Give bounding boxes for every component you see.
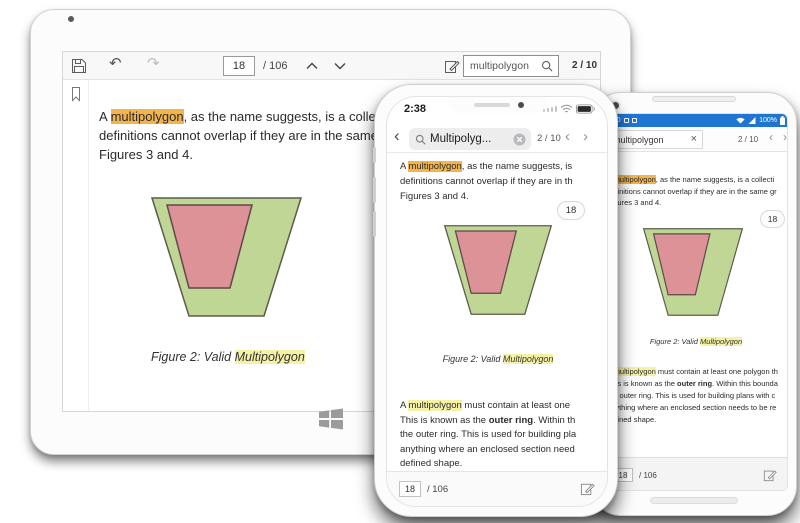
iphone-clock: 2:38 xyxy=(404,103,426,115)
android-status-bar: 4:30 100% xyxy=(603,114,788,127)
search-input[interactable]: multipolygon xyxy=(463,55,559,77)
clear-search-icon[interactable]: × xyxy=(691,134,697,145)
save-icon[interactable] xyxy=(71,58,87,74)
figure-caption: Figure 2: Valid Multipolygon xyxy=(621,337,771,346)
iphone-volume-up-button xyxy=(373,177,376,203)
iphone-notch xyxy=(448,97,546,113)
iphone-screen: 2:38 ‹ xyxy=(386,96,608,507)
search-input[interactable]: multipolygon × xyxy=(607,130,703,149)
page-down-icon[interactable] xyxy=(334,62,346,70)
android-document-page: A multipolygon, as the name suggests, is… xyxy=(603,152,788,457)
paragraph: A multipolygon must contain at least one… xyxy=(607,366,778,426)
iphone-status-icons xyxy=(543,104,596,114)
paragraph: A multipolygon, as the name suggests, is… xyxy=(99,107,403,164)
iphone-document-page: A multipolygon, as the name suggests, is… xyxy=(387,153,608,471)
wifi-icon xyxy=(560,104,573,114)
wifi-icon xyxy=(736,117,745,124)
page-number-input[interactable]: 18 xyxy=(223,56,255,76)
iphone-speaker xyxy=(474,103,510,107)
search-results-count: 2 / 10 xyxy=(572,60,597,71)
android-search-toolbar: multipolygon × 2 / 10 ‹ › xyxy=(603,127,788,152)
back-icon[interactable]: ‹ xyxy=(394,127,400,144)
multipolygon-figure xyxy=(151,197,302,317)
figure-caption: Figure 2: Valid Multipolygon xyxy=(418,354,578,364)
android-home-bar xyxy=(650,497,738,504)
android-speaker xyxy=(652,96,736,102)
page-indicator-badge: 18 xyxy=(557,201,585,220)
search-value: Multipolyg... xyxy=(430,133,513,145)
bookmark-icon[interactable] xyxy=(70,86,82,101)
tablet-camera-dot xyxy=(68,16,74,22)
page-up-icon[interactable] xyxy=(306,62,318,70)
search-value: multipolygon xyxy=(464,60,541,72)
iphone-camera-dot xyxy=(518,102,524,108)
next-result-icon[interactable]: › xyxy=(583,129,588,144)
iphone-device: 2:38 ‹ xyxy=(374,84,618,517)
previous-result-icon[interactable]: ‹ xyxy=(769,131,773,143)
paragraph: A multipolygon must contain at least one… xyxy=(400,399,576,471)
battery-icon xyxy=(576,104,595,114)
android-screen: 4:30 100% multipolygon × 2 / 10 ‹ › A xyxy=(602,113,788,491)
clear-search-icon[interactable] xyxy=(513,133,526,146)
battery-icon xyxy=(780,116,785,125)
annotate-icon[interactable] xyxy=(580,481,595,496)
iphone-bottom-bar: 18 / 106 xyxy=(387,471,608,507)
redo-icon[interactable]: ↷ xyxy=(147,54,160,72)
tablet-bookmark-rail xyxy=(63,80,89,412)
search-icon[interactable] xyxy=(541,60,553,72)
tablet-toolbar: ↶ ↷ 18 / 106 multipolygon xyxy=(63,52,601,80)
search-input[interactable]: Multipolyg... xyxy=(409,128,531,150)
iphone-mute-switch xyxy=(373,147,376,163)
annotate-icon[interactable] xyxy=(763,468,777,482)
multipolygon-figure xyxy=(643,228,743,316)
android-bottom-bar: 18 / 106 xyxy=(603,457,788,491)
notification-icon xyxy=(624,118,629,123)
notification-icon xyxy=(632,118,637,123)
search-icon xyxy=(415,134,426,145)
page-total-label: / 106 xyxy=(263,60,287,72)
search-results-count: 2 / 10 xyxy=(738,135,758,144)
signal-icon xyxy=(748,117,756,124)
marketing-stage: ↶ ↷ 18 / 106 multipolygon xyxy=(0,0,800,523)
paragraph: A multipolygon, as the name suggests, is… xyxy=(400,159,573,204)
iphone-search-toolbar: ‹ Multipolyg... 2 / 10 ‹ › xyxy=(387,125,608,153)
page-indicator-badge: 18 xyxy=(760,210,785,228)
search-value: multipolygon xyxy=(608,135,691,145)
page-number-input[interactable]: 18 xyxy=(399,481,421,497)
next-result-icon[interactable]: › xyxy=(783,131,787,143)
multipolygon-figure xyxy=(444,225,552,315)
windows-logo-icon xyxy=(318,406,344,432)
battery-percent-label: 100% xyxy=(759,117,777,124)
paragraph: A multipolygon, as the name suggests, is… xyxy=(607,174,777,209)
annotate-icon[interactable] xyxy=(444,58,460,74)
page-total-label: / 106 xyxy=(427,484,448,495)
android-device: 4:30 100% multipolygon × 2 / 10 ‹ › A xyxy=(591,92,797,516)
signal-icon xyxy=(543,106,558,112)
page-total-label: / 106 xyxy=(639,471,657,480)
previous-result-icon[interactable]: ‹ xyxy=(565,129,570,144)
figure-caption: Figure 2: Valid Multipolygon xyxy=(151,350,302,364)
search-results-count: 2 / 10 xyxy=(537,133,561,144)
undo-icon[interactable]: ↶ xyxy=(109,54,122,72)
iphone-volume-down-button xyxy=(373,211,376,237)
